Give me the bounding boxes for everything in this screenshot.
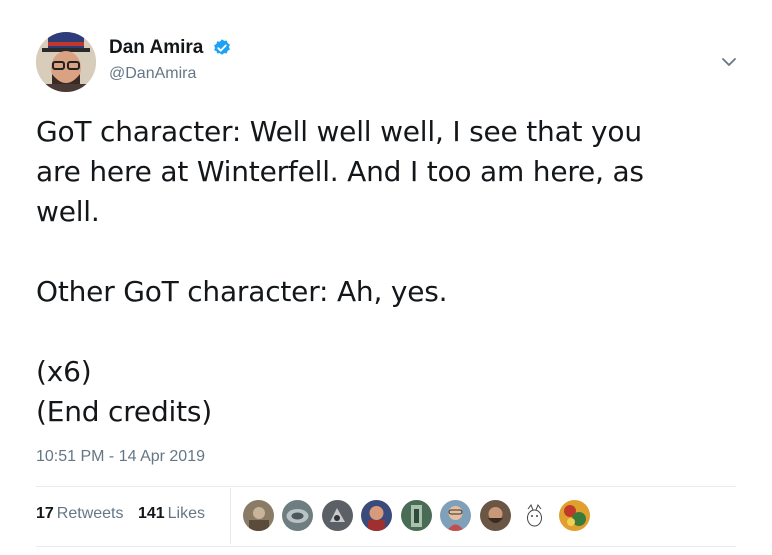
liker-avatar-4-icon bbox=[361, 500, 393, 531]
likes-label: Likes bbox=[167, 505, 206, 522]
liker-avatar-9-icon bbox=[558, 500, 590, 531]
tweet-line: Other GoT character: Ah, yes. bbox=[36, 275, 448, 308]
tweet-line: GoT character: Well well well, I see tha… bbox=[36, 115, 642, 148]
likes-count: 141 bbox=[137, 505, 165, 522]
liker-avatar[interactable] bbox=[558, 500, 590, 531]
liker-avatar[interactable] bbox=[243, 500, 274, 531]
liker-avatar-8-icon bbox=[519, 500, 551, 531]
liker-avatar-6-icon bbox=[440, 500, 472, 531]
tweet-text: GoT character: Well well well, I see tha… bbox=[36, 112, 736, 432]
divider bbox=[36, 546, 736, 547]
liker-avatar[interactable] bbox=[282, 500, 314, 531]
user-avatar-icon bbox=[36, 32, 96, 92]
tweet-line: (End credits) bbox=[36, 395, 212, 428]
liker-avatar-7-icon bbox=[479, 500, 511, 531]
liker-avatar[interactable] bbox=[479, 500, 511, 531]
author-handle[interactable]: @DanAmira bbox=[109, 65, 232, 83]
liker-avatar-2-icon bbox=[282, 500, 314, 531]
user-avatar[interactable] bbox=[36, 32, 96, 92]
liker-avatar-5-icon bbox=[400, 500, 432, 531]
tweet-timestamp[interactable]: 10:51 PM - 14 Apr 2019 bbox=[36, 448, 205, 466]
tweet-paragraph: GoT character: Well well well, I see tha… bbox=[36, 112, 736, 232]
tweet-paragraph: Other GoT character: Ah, yes. bbox=[36, 272, 736, 312]
liker-avatar[interactable] bbox=[321, 500, 353, 531]
stats-separator bbox=[230, 488, 231, 544]
liker-avatar[interactable] bbox=[361, 500, 393, 531]
verified-badge-icon bbox=[213, 39, 230, 55]
liker-avatar[interactable] bbox=[440, 500, 472, 531]
likes-stat[interactable]: 141 Likes bbox=[138, 505, 205, 523]
divider bbox=[36, 486, 736, 487]
tweet-line: well. bbox=[36, 195, 100, 228]
liker-avatar[interactable] bbox=[519, 500, 551, 531]
retweets-stat[interactable]: 17 Retweets bbox=[36, 505, 124, 523]
tweet-line: are here at Winterfell. And I too am her… bbox=[36, 155, 644, 188]
tweet-paragraph: (x6) (End credits) bbox=[36, 352, 736, 432]
tweet-header: Dan Amira @DanAmira bbox=[36, 30, 746, 100]
retweets-label: Retweets bbox=[56, 505, 124, 522]
liker-avatar-1-icon bbox=[243, 500, 274, 531]
tweet-stats: 17 Retweets 141 Likes bbox=[36, 505, 215, 523]
tweet-line: (x6) bbox=[36, 355, 92, 388]
liker-avatars bbox=[243, 500, 594, 532]
author-display-name[interactable]: Dan Amira bbox=[109, 37, 203, 59]
liker-avatar-3-icon bbox=[321, 500, 353, 531]
liker-avatar[interactable] bbox=[400, 500, 432, 531]
author-names: Dan Amira @DanAmira bbox=[109, 37, 232, 83]
retweets-count: 17 bbox=[36, 505, 54, 522]
chevron-down-icon[interactable] bbox=[720, 56, 738, 68]
